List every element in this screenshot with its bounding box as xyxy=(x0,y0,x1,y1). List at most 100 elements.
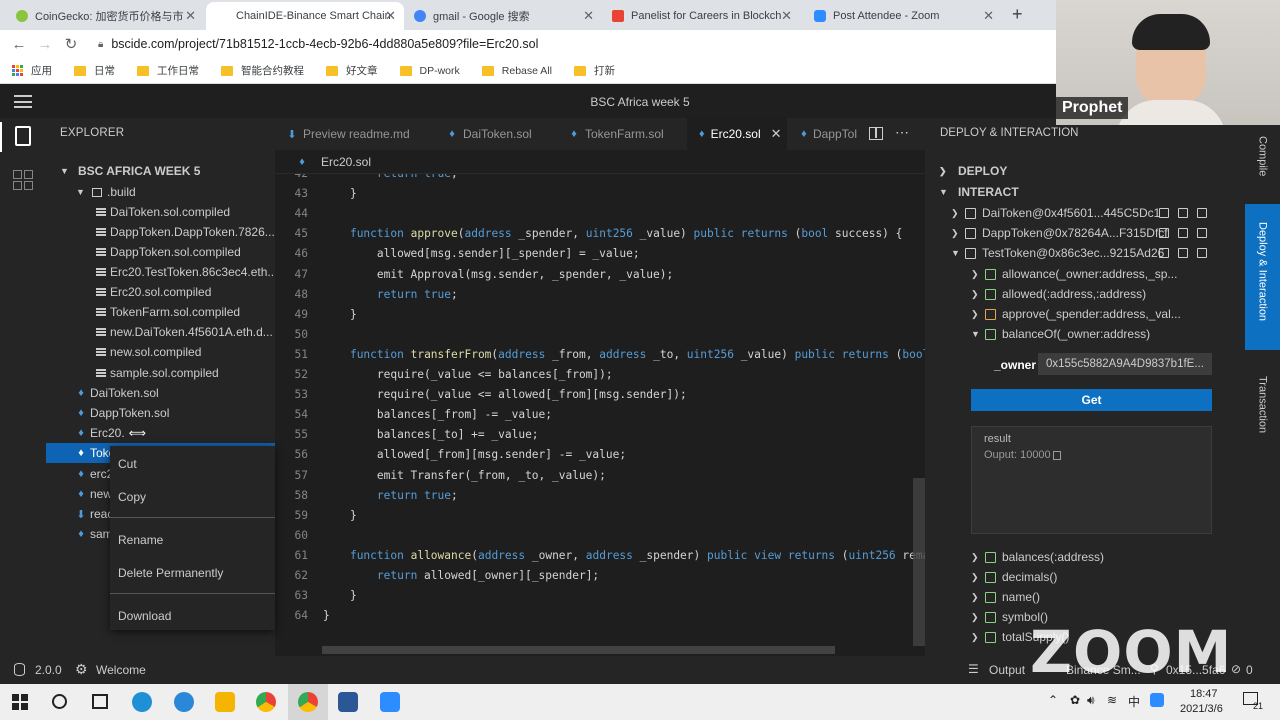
browser-tab-coingecko[interactable]: CoinGecko: 加密货币价格与市 ✕ xyxy=(8,2,204,30)
forward-icon[interactable]: → xyxy=(32,36,58,53)
editor-tab-tokenfarm[interactable]: ♦ TokenFarm.sol xyxy=(557,118,676,150)
tree-file[interactable]: new.DaiToken.4f5601A.eth.d... xyxy=(46,322,275,342)
browser-tab-zoom[interactable]: Post Attendee - Zoom ✕ xyxy=(806,2,1002,30)
bookmark-folder[interactable]: 工作日常 xyxy=(137,63,199,78)
tree-folder-build[interactable]: ▼ .build xyxy=(46,182,275,202)
volume-icon[interactable]: 🔊︎ xyxy=(1087,693,1095,708)
new-tab-icon[interactable]: + xyxy=(1012,4,1023,25)
gear-icon[interactable]: ⚙ xyxy=(75,661,88,678)
copy-icon[interactable] xyxy=(1052,450,1061,460)
chrome-active-icon[interactable] xyxy=(298,692,318,712)
menu-item-delete-permanently[interactable]: Delete Permanently xyxy=(118,566,223,580)
code-line[interactable]: 58 return true; xyxy=(275,486,925,506)
code-line[interactable]: 54 balances[_from] -= _value; xyxy=(275,405,925,425)
bookmark-folder[interactable]: 智能合约教程 xyxy=(221,63,304,78)
menu-item-download[interactable]: Download xyxy=(118,609,171,623)
close-icon[interactable]: ✕ xyxy=(771,126,782,142)
method-item[interactable]: ❯ allowed(:address,:address) xyxy=(925,284,1235,304)
tree-file[interactable]: new.sol.compiled xyxy=(46,342,275,362)
code-line[interactable]: 43 } xyxy=(275,184,925,204)
open-external-icon[interactable] xyxy=(1159,228,1169,238)
deploy-section[interactable]: ❯ DEPLOY xyxy=(925,161,1235,181)
warning-count[interactable]: 0 xyxy=(1246,663,1253,677)
code-line[interactable]: 64} xyxy=(275,606,925,626)
code-line[interactable]: 53 require(_value <= allowed[_from][msg.… xyxy=(275,385,925,405)
project-root[interactable]: ▼ BSC AFRICA WEEK 5 xyxy=(46,161,275,181)
tab-transaction[interactable]: Transaction xyxy=(1245,358,1280,458)
task-view-icon[interactable] xyxy=(92,694,108,709)
tree-file[interactable]: Erc20.TestToken.86c3ec4.eth.... xyxy=(46,262,275,282)
tree-file-sol[interactable]: ♦ DaiToken.sol xyxy=(46,383,275,403)
close-tab-icon[interactable]: ✕ xyxy=(583,8,594,24)
clock-time[interactable]: 18:47 xyxy=(1190,688,1218,700)
horizontal-scrollbar[interactable] xyxy=(322,646,835,654)
ime-indicator[interactable]: 中 xyxy=(1128,693,1140,710)
code-line[interactable]: 59 } xyxy=(275,506,925,526)
vertical-scrollbar[interactable] xyxy=(913,478,925,646)
tree-file-sol[interactable]: ♦ DappToken.sol xyxy=(46,403,275,423)
code-line[interactable]: 50 xyxy=(275,325,925,345)
edge-icon[interactable] xyxy=(132,692,152,712)
copy-icon[interactable] xyxy=(1178,208,1188,218)
browser-tab-gmail-panelist[interactable]: Panelist for Careers in Blockch ✕ xyxy=(604,2,800,30)
method-item[interactable]: ❯ decimals() xyxy=(925,567,1235,587)
trash-icon[interactable] xyxy=(1197,228,1207,238)
copy-icon[interactable] xyxy=(1178,248,1188,258)
contract-item[interactable]: ▼ TestToken@0x86c3ec...9215Ad26 xyxy=(925,243,1235,263)
code-line[interactable]: 49 } xyxy=(275,305,925,325)
tree-file[interactable]: DaiToken.sol.compiled xyxy=(46,202,275,222)
code-line[interactable]: 51 function transferFrom(address _from, … xyxy=(275,345,925,365)
code-line[interactable]: 60 xyxy=(275,526,925,546)
bookmark-folder[interactable]: DP-work xyxy=(399,65,460,77)
tab-deploy-interaction[interactable]: Deploy & Interaction xyxy=(1245,204,1280,350)
tray-flower-icon[interactable]: ✿ xyxy=(1070,693,1080,707)
cortana-icon[interactable] xyxy=(52,694,67,709)
owner-param-input[interactable]: 0x155c5882A9A4D9837b1fE... xyxy=(1038,353,1212,375)
code-line[interactable]: 47 emit Approval(msg.sender, _spender, _… xyxy=(275,265,925,285)
zoom-tray-icon[interactable] xyxy=(1150,693,1164,707)
code-line[interactable]: 55 balances[_to] += _value; xyxy=(275,425,925,445)
code-line[interactable]: 44 xyxy=(275,204,925,224)
bookmark-folder[interactable]: Rebase All xyxy=(481,65,552,77)
method-item[interactable]: ❯ allowance(_owner:address,_sp... xyxy=(925,264,1235,284)
contract-item[interactable]: ❯ DappToken@0x78264A...F315Dfcf xyxy=(925,223,1235,243)
code-line[interactable]: 42 return true; xyxy=(275,174,925,184)
extensions-icon[interactable] xyxy=(13,170,33,190)
method-item[interactable]: ❯ name() xyxy=(925,587,1235,607)
code-line[interactable]: 52 require(_value <= balances[_from]); xyxy=(275,365,925,385)
more-actions-icon[interactable]: ⋯ xyxy=(895,124,909,141)
editor-tab-readme[interactable]: ⬇ Preview readme.md xyxy=(275,118,422,150)
app-icon[interactable] xyxy=(174,692,194,712)
method-item-expanded[interactable]: ▼ balanceOf(_owner:address) xyxy=(925,324,1235,344)
bookmark-folder[interactable]: 好文章 xyxy=(326,63,378,78)
clock-date[interactable]: 2021/3/6 xyxy=(1180,703,1223,715)
file-explorer-icon[interactable] xyxy=(215,692,235,712)
output-button[interactable]: Output xyxy=(989,663,1025,677)
open-external-icon[interactable] xyxy=(1159,208,1169,218)
breadcrumb-file[interactable]: Erc20.sol xyxy=(321,155,371,169)
menu-item-rename[interactable]: Rename xyxy=(118,533,163,547)
code-line[interactable]: 63 } xyxy=(275,586,925,606)
browser-tab-chainide[interactable]: ChainIDE-Binance Smart Chain ✕ xyxy=(206,2,404,30)
trash-icon[interactable] xyxy=(1197,248,1207,258)
back-icon[interactable]: ← xyxy=(6,36,32,53)
zoom-taskbar-icon[interactable] xyxy=(380,692,400,712)
tray-chevron-up-icon[interactable]: ⌃ xyxy=(1048,693,1058,707)
url-field[interactable]: 🔒︎ bscide.com/project/71b81512-1ccb-4ecb… xyxy=(98,37,538,51)
code-line[interactable]: 57 emit Transfer(_from, _to, _value); xyxy=(275,466,925,486)
tab-compile[interactable]: Compile xyxy=(1245,118,1280,218)
interact-section[interactable]: ▼ INTERACT xyxy=(925,182,1235,202)
code-line[interactable]: 48 return true; xyxy=(275,285,925,305)
trash-icon[interactable] xyxy=(1197,208,1207,218)
code-line[interactable]: 61 function allowance(address _owner, ad… xyxy=(275,546,925,566)
editor-tab-erc20[interactable]: ♦ Erc20.sol ✕ xyxy=(687,118,787,150)
close-tab-icon[interactable]: ✕ xyxy=(185,8,196,24)
tree-file[interactable]: Erc20.sol.compiled xyxy=(46,282,275,302)
tree-file[interactable]: DappToken.DappToken.7826... xyxy=(46,222,275,242)
split-editor-icon[interactable] xyxy=(869,127,883,140)
explorer-icon[interactable] xyxy=(15,126,31,146)
chrome-icon[interactable] xyxy=(256,692,276,712)
code-line[interactable]: 62 return allowed[_owner][_spender]; xyxy=(275,566,925,586)
code-editor[interactable]: 42 return true;43 }4445 function approve… xyxy=(275,174,925,656)
tree-file[interactable]: sample.sol.compiled xyxy=(46,363,275,383)
